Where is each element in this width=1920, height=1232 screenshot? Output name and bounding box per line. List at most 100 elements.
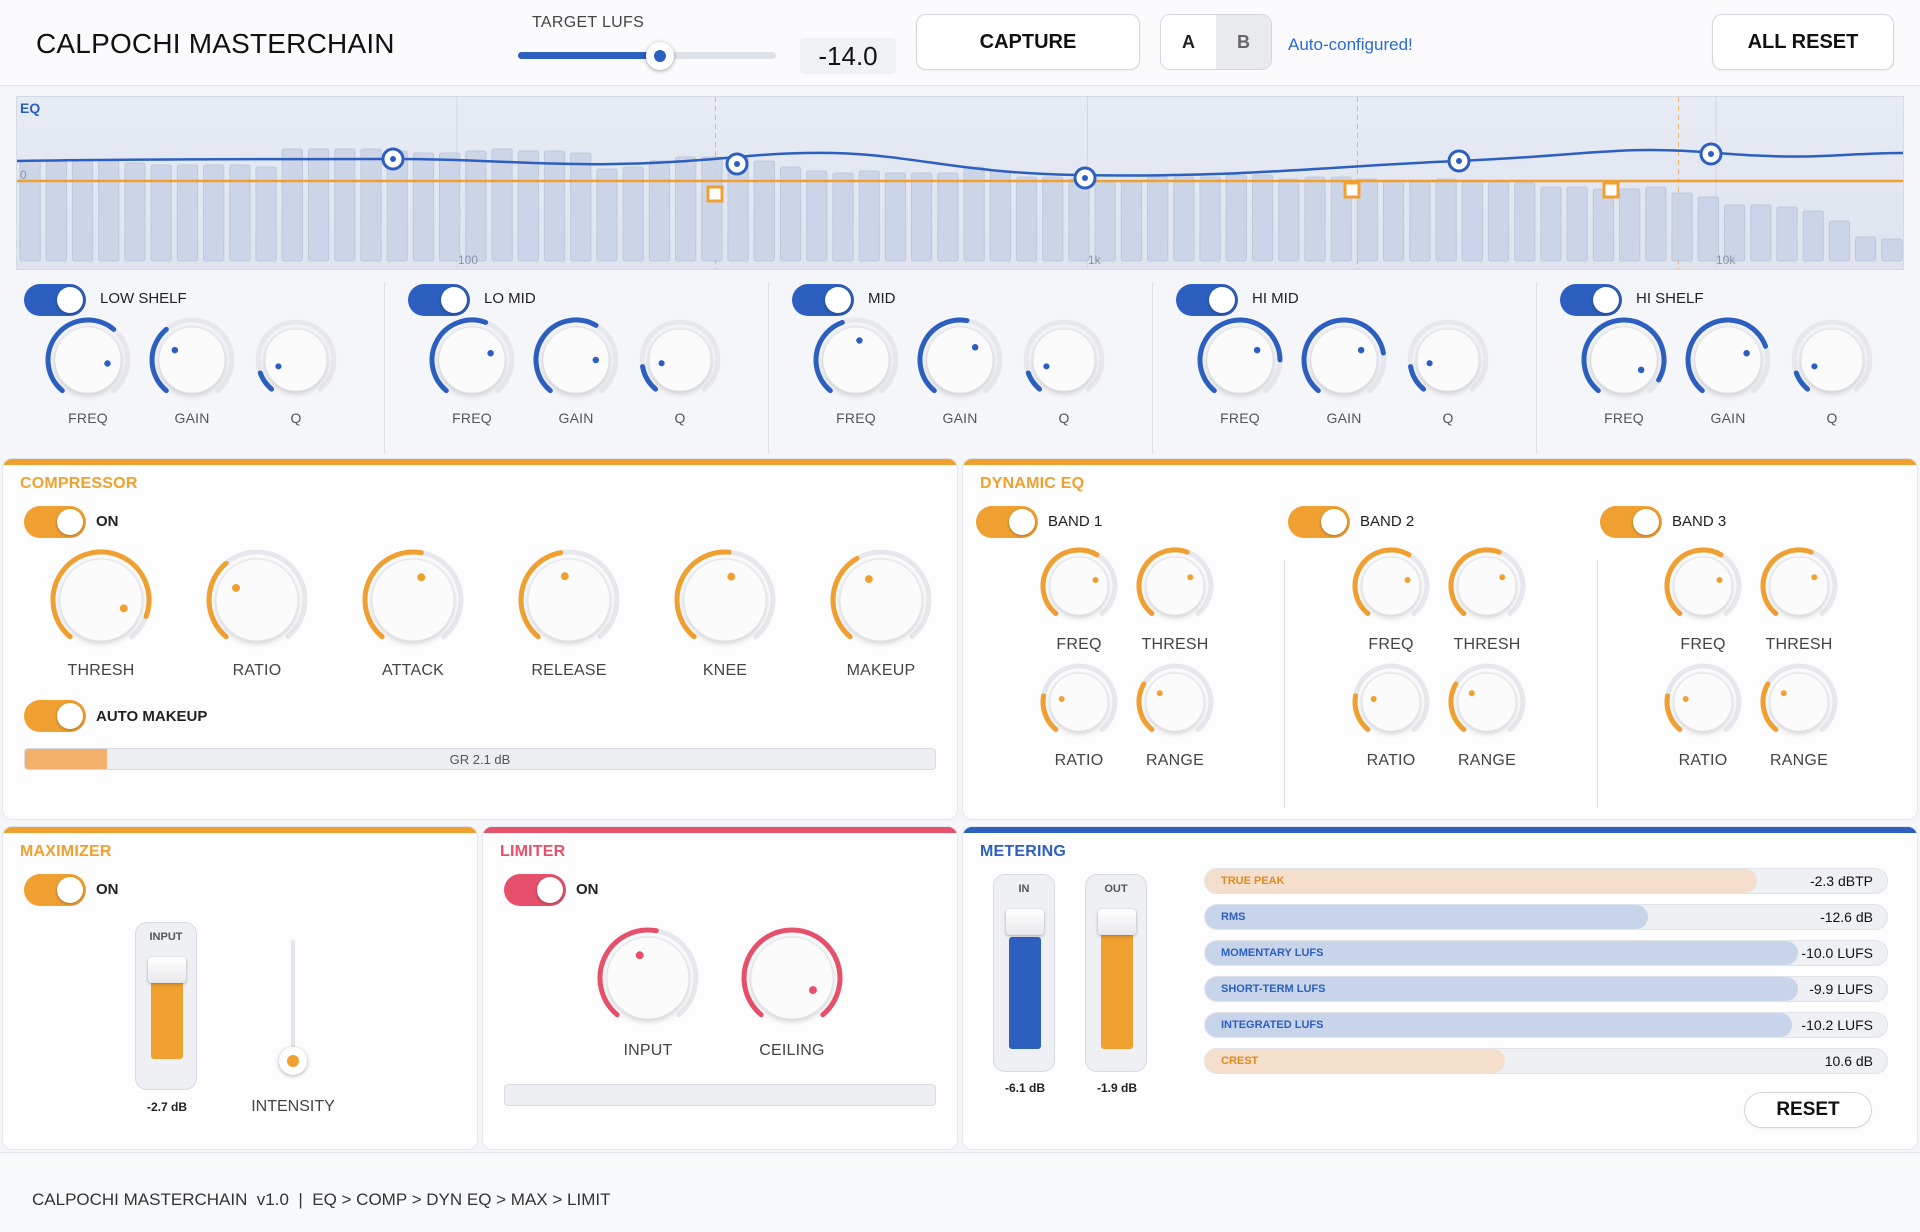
input-meter-level [1009,937,1041,1049]
compressor-thresh-knob[interactable] [47,546,155,654]
eq-spectrum-bar [1697,196,1719,262]
compressor-accent-bar [3,459,957,465]
eq-mid-q-knob-label: Q [1058,410,1070,426]
capture-button[interactable]: CAPTURE [916,14,1140,70]
input-meter-handle[interactable] [1006,909,1044,935]
compressor-attack-knob[interactable] [359,546,467,654]
intensity-slider-thumb[interactable] [279,1047,307,1075]
eq-low-shelf-gain-knob-body [158,326,226,394]
dynamic-eq-band-1-ratio-knob[interactable] [1037,660,1121,744]
compressor-knee-knob[interactable] [671,546,779,654]
dynamic-eq-band-3-ratio-knob-body [1673,672,1733,732]
eq-mid-q-knob[interactable] [1020,316,1108,404]
metering-reset-button[interactable]: RESET [1744,1092,1872,1128]
compressor-on-label: ON [96,513,119,530]
maximizer-input-fader-handle[interactable] [148,957,186,983]
dynamic-eq-title: DYNAMIC EQ [980,475,1085,492]
eq-lo-mid-freq-knob[interactable] [426,314,518,406]
eq-low-shelf-q-knob[interactable] [252,316,340,404]
target-lufs-value[interactable]: -14.0 [800,38,896,74]
dynamic-eq-band-1-ratio-knob-label: RATIO [1054,752,1104,769]
eq-lo-mid-gain-knob[interactable] [530,314,622,406]
dynamic-eq-band-1-range-knob[interactable] [1133,660,1217,744]
maximizer-on-toggle[interactable] [24,874,86,906]
eq-hi-shelf-freq-knob[interactable] [1578,314,1670,406]
intensity-slider[interactable] [291,940,295,1060]
eq-mid-freq-knob[interactable] [810,314,902,406]
dynamic-eq-band-3-ratio-knob[interactable] [1661,660,1745,744]
dynamic-eq-band-1-freq-knob[interactable] [1037,544,1121,628]
compressor-makeup-knob-body [839,558,923,642]
eq-hi-mid-freq-knob[interactable] [1194,314,1286,406]
eq-spectrum-bar [1435,178,1457,262]
dynamic-eq-band-node[interactable] [706,185,724,203]
eq-graph[interactable] [16,96,1904,270]
limiter-input-knob-body [606,936,690,1020]
limiter-on-toggle[interactable] [504,874,566,906]
meter-true-peak-value: -2.3 dBTP [1809,873,1873,889]
dynamic-eq-band-2-range-knob[interactable] [1445,660,1529,744]
dynamic-eq-band-node[interactable] [1602,181,1620,199]
dynamic-eq-band-node[interactable] [1343,181,1361,199]
eq-spectrum-bar [412,152,435,262]
eq-hi-mid-toggle[interactable] [1176,284,1238,316]
meter-rms: RMS -12.6 dB [1204,904,1888,930]
limiter-ceiling-knob[interactable] [738,924,846,1032]
eq-spectrum-bar [1015,176,1038,262]
eq-spectrum-bar [1855,236,1877,262]
dynamic-eq-band-2-toggle[interactable] [1288,506,1350,538]
dynamic-eq-band-1-toggle[interactable] [976,506,1038,538]
eq-spectrum-bar [1881,238,1903,262]
target-lufs-slider-thumb[interactable] [645,42,674,70]
eq-band-node[interactable] [1073,166,1097,190]
eq-hi-shelf-q-knob[interactable] [1788,316,1876,404]
eq-band-node[interactable] [1447,149,1471,173]
ab-b-button[interactable]: B [1216,15,1271,69]
eq-mid-label: MID [868,290,896,307]
eq-low-shelf-gain-knob[interactable] [146,314,238,406]
eq-hi-shelf-toggle[interactable] [1560,284,1622,316]
auto-makeup-toggle[interactable] [24,700,86,732]
compressor-on-toggle[interactable] [24,506,86,538]
eq-hi-mid-q-knob[interactable] [1404,316,1492,404]
dynamic-eq-band-1-thresh-knob[interactable] [1133,544,1217,628]
dynamic-eq-band-3-freq-knob[interactable] [1661,544,1745,628]
dynamic-eq-band-3-thresh-knob[interactable] [1757,544,1841,628]
compressor-knee-knob-label: KNEE [702,662,748,679]
eq-mid-gain-knob[interactable] [914,314,1006,406]
dynamic-eq-band-2-freq-knob[interactable] [1349,544,1433,628]
dynamic-eq-band-3-range-knob[interactable] [1757,660,1841,744]
dynamic-eq-band-2-ratio-knob[interactable] [1349,660,1433,744]
eq-band-node[interactable] [1699,142,1723,166]
all-reset-button[interactable]: ALL RESET [1712,14,1894,70]
eq-lo-mid-toggle[interactable] [408,284,470,316]
compressor-ratio-knob[interactable] [203,546,311,654]
dynamic-eq-band-1-label: BAND 1 [1048,513,1103,530]
compressor-makeup-knob[interactable] [827,546,935,654]
eq-lo-mid-q-knob[interactable] [636,316,724,404]
eq-band-node[interactable] [725,152,749,176]
eq-spectrum-bar [334,148,356,262]
eq-low-shelf-freq-knob[interactable] [42,314,134,406]
compressor-release-knob[interactable] [515,546,623,654]
limiter-ceiling-knob-indicator [808,986,817,995]
eq-band-node[interactable] [381,147,405,171]
dynamic-eq-band-3-toggle[interactable] [1600,506,1662,538]
eq-mid-gain-knob-body [926,326,994,394]
eq-spectrum-bar [832,172,854,262]
limiter-accent-bar [483,827,957,833]
dynamic-eq-band-3-thresh-knob-label: THRESH [1765,636,1833,653]
compressor-ratio-knob-indicator [232,583,241,592]
eq-hi-shelf-gain-knob[interactable] [1682,314,1774,406]
eq-mid-toggle[interactable] [792,284,854,316]
maximizer-input-fader[interactable]: INPUT [135,922,197,1090]
dynamic-eq-band-2-thresh-knob[interactable] [1445,544,1529,628]
ab-a-button[interactable]: A [1161,15,1216,69]
output-meter-handle[interactable] [1098,909,1136,935]
dynamic-eq-band-2-ratio-knob-body [1361,672,1421,732]
eq-low-shelf-toggle[interactable] [24,284,86,316]
limiter-input-knob[interactable] [594,924,702,1032]
eq-hi-mid-gain-knob[interactable] [1298,314,1390,406]
meter-crest-value: 10.6 dB [1824,1053,1873,1069]
eq-hi-shelf-gain-knob-label: GAIN [1710,410,1746,426]
